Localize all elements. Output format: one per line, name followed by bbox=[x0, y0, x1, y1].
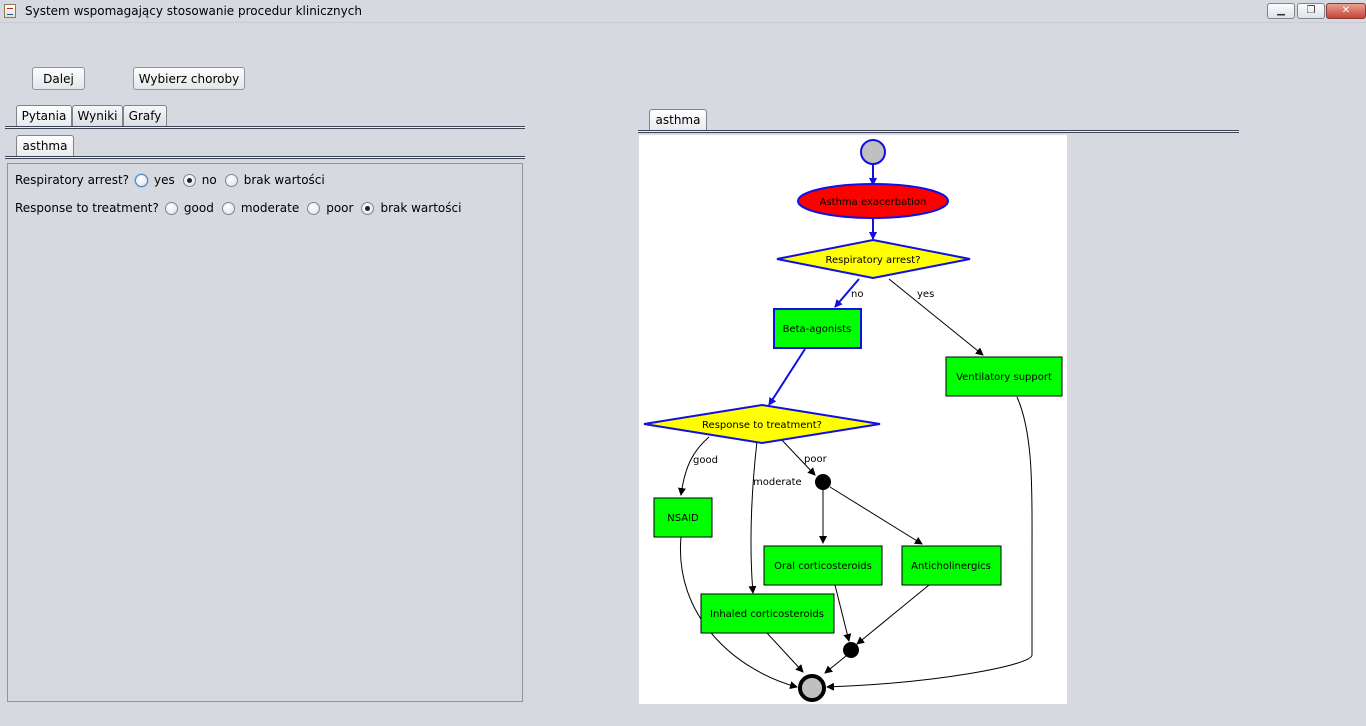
radio-label: brak wartości bbox=[380, 201, 462, 215]
node-label: Asthma exacerbation bbox=[820, 197, 927, 208]
radio-label: yes bbox=[154, 173, 175, 187]
tab-strip-line bbox=[5, 126, 525, 129]
radio-poor[interactable] bbox=[307, 201, 321, 215]
radio-good[interactable] bbox=[164, 201, 178, 215]
radio-label: no bbox=[201, 173, 217, 187]
graph-svg: no yes good moderate poor Asthma exacerb… bbox=[643, 139, 1063, 702]
graph-tab-strip-line bbox=[638, 130, 1239, 133]
radio-moderate[interactable] bbox=[221, 201, 235, 215]
radio-label: poor bbox=[326, 201, 354, 215]
edge-label-moderate: moderate bbox=[753, 477, 802, 488]
node-label: Oral corticosteroids bbox=[774, 561, 872, 572]
next-button[interactable]: Dalej bbox=[32, 67, 85, 90]
node-label: Respiratory arrest? bbox=[825, 255, 920, 266]
join-node bbox=[843, 642, 859, 658]
close-button[interactable]: ✕ bbox=[1326, 3, 1366, 19]
tab-pytania[interactable]: Pytania bbox=[16, 105, 72, 126]
node-label: NSAID bbox=[667, 513, 699, 524]
edge-oral-join bbox=[834, 584, 852, 642]
start-node bbox=[860, 139, 886, 165]
radio-label: brak wartości bbox=[243, 173, 325, 187]
question-respiratory-arrest: Respiratory arrest? yes no brak wartości bbox=[15, 171, 333, 189]
window-title: System wspomagający stosowanie procedur … bbox=[25, 4, 362, 18]
disease-tab-strip-line bbox=[5, 156, 525, 159]
tab-graph-asthma[interactable]: asthma bbox=[649, 109, 707, 130]
app-icon bbox=[4, 4, 16, 18]
fork-node bbox=[815, 474, 831, 490]
edge-dot-anticholinergics bbox=[829, 486, 923, 545]
node-label: Ventilatory support bbox=[956, 372, 1052, 383]
radio-yes[interactable] bbox=[135, 173, 149, 187]
radio-label: good bbox=[183, 201, 214, 215]
tab-grafy[interactable]: Grafy bbox=[123, 105, 167, 126]
title-bar: System wspomagający stosowanie procedur … bbox=[0, 0, 1366, 23]
radio-brak-wartosci[interactable] bbox=[224, 173, 238, 187]
radio-label: moderate bbox=[240, 201, 300, 215]
edge-label-poor: poor bbox=[804, 454, 828, 465]
choose-diseases-button[interactable]: Wybierz choroby bbox=[133, 67, 245, 90]
edge-resp-ventilatory bbox=[888, 278, 984, 356]
edge-label-no: no bbox=[851, 289, 863, 300]
edge-join-end bbox=[824, 655, 847, 674]
procedure-graph: no yes good moderate poor Asthma exacerb… bbox=[639, 135, 1067, 704]
radio-brak-wartosci[interactable] bbox=[361, 201, 375, 215]
edge-inhaled-end bbox=[766, 632, 804, 673]
radio-no[interactable] bbox=[182, 173, 196, 187]
questions-panel: Respiratory arrest? yes no brak wartości… bbox=[7, 163, 523, 702]
minimize-button[interactable]: ▁ bbox=[1267, 3, 1295, 19]
edge-label-yes: yes bbox=[917, 289, 934, 300]
edge-label-good: good bbox=[693, 455, 718, 466]
tab-disease-asthma[interactable]: asthma bbox=[16, 135, 74, 156]
maximize-button[interactable]: ❐ bbox=[1297, 3, 1325, 19]
node-label: Beta-agonists bbox=[783, 324, 852, 335]
question-label: Respiratory arrest? bbox=[15, 173, 130, 187]
node-label: Inhaled corticosteroids bbox=[710, 609, 824, 620]
edge-response-inhaled bbox=[748, 440, 758, 594]
edge-beta-response bbox=[768, 348, 806, 406]
tab-wyniki[interactable]: Wyniki bbox=[72, 105, 123, 126]
question-label: Response to treatment? bbox=[15, 201, 159, 215]
edge-anticholinergics-join bbox=[856, 584, 930, 645]
question-response-to-treatment: Response to treatment? good moderate poo… bbox=[15, 199, 469, 217]
node-label: Response to treatment? bbox=[702, 420, 822, 431]
node-label: Anticholinergics bbox=[911, 561, 991, 572]
end-node bbox=[798, 674, 826, 702]
edge-response-nsaid bbox=[677, 436, 710, 496]
